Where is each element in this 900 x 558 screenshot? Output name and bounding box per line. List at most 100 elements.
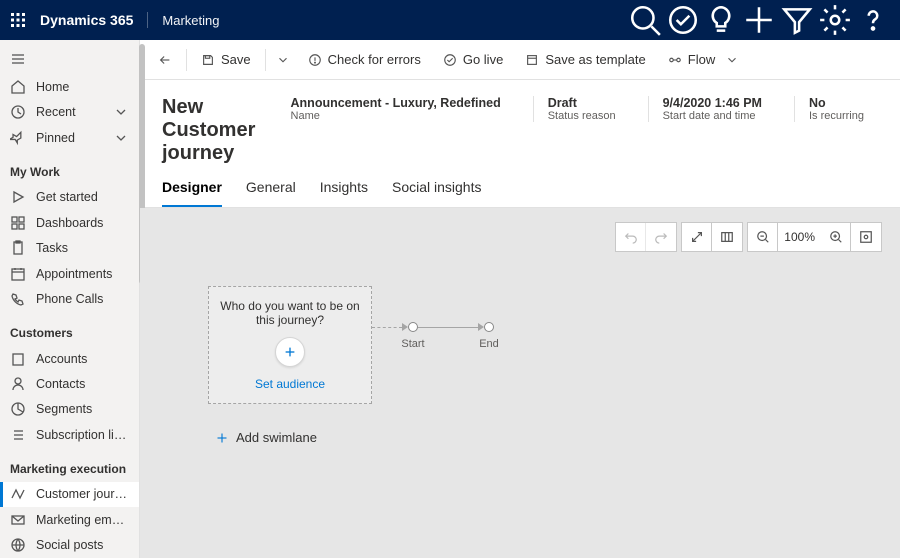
sidebar-item-label: Tasks [36,241,68,255]
end-label: End [479,338,499,350]
sidebar-item-tasks[interactable]: Tasks [0,235,139,260]
redo-button[interactable] [646,222,676,252]
zoom-level: 100% [778,230,821,244]
go-live-button[interactable]: Go live [435,40,511,80]
undo-button[interactable] [616,222,646,252]
sidebar-item-label: Phone Calls [36,292,103,306]
task-check-icon[interactable] [666,0,700,40]
search-icon[interactable] [628,0,662,40]
header-fields: Announcement - Luxury, RedefinedName Dra… [291,96,878,122]
header-field-name[interactable]: Announcement - Luxury, RedefinedName [291,96,515,122]
header-field-recurring[interactable]: NoIs recurring [794,96,878,122]
header-label: Status reason [548,110,616,122]
save-split-chevron[interactable] [272,40,294,80]
end-node[interactable]: End [484,322,494,332]
help-icon[interactable] [856,0,890,40]
sidebar-item-label: Subscription lists [36,428,129,442]
start-node[interactable]: Start [408,322,418,332]
sidebar-item-appointments[interactable]: Appointments [0,261,139,286]
sidebar-item-label: Social posts [36,538,103,552]
settings-icon[interactable] [818,0,852,40]
set-audience-link[interactable]: Set audience [255,377,325,391]
sidebar-item-phone-calls[interactable]: Phone Calls [0,286,139,311]
header-label: Is recurring [809,110,864,122]
sidebar-item-segments[interactable]: Segments [0,397,139,422]
sidebar-item-label: Accounts [36,352,87,366]
fit-button[interactable] [851,222,881,252]
tab-social-insights[interactable]: Social insights [392,179,482,207]
journey-stage: Who do you want to be on this journey? S… [208,286,882,445]
save-as-template-button[interactable]: Save as template [517,40,653,80]
start-label: Start [401,338,424,350]
command-label: Flow [688,52,715,67]
add-swimlane-button[interactable]: Add swimlane [216,430,882,445]
sidebar-item-contacts[interactable]: Contacts [0,371,139,396]
sidebar-item-label: Appointments [36,267,112,281]
sidebar-item-recent[interactable]: Recent [0,100,139,125]
sidebar-group-mywork: My Work [0,151,139,185]
page-title: New Customer journey [162,96,271,165]
tab-insights[interactable]: Insights [320,179,368,207]
content-area: Save Check for errors Go live Save as te… [140,40,900,558]
sidebar-item-home[interactable]: Home [0,74,139,99]
add-swimlane-label: Add swimlane [236,430,317,445]
tab-general[interactable]: General [246,179,296,207]
brand-label[interactable]: Dynamics 365 [40,12,148,28]
expand-button[interactable] [682,222,712,252]
chevron-down-icon [113,104,129,120]
header-label: Start date and time [663,110,762,122]
sidebar-item-pinned[interactable]: Pinned [0,125,139,150]
waffle-icon[interactable] [10,12,26,28]
list-icon [10,427,26,443]
sidebar-item-marketing-emails[interactable]: Marketing emails [0,507,139,532]
check-errors-button[interactable]: Check for errors [300,40,429,80]
tab-designer[interactable]: Designer [162,179,222,207]
mail-icon [10,512,26,528]
sidebar-item-label: Recent [36,105,76,119]
sidebar-item-label: Customer journeys [36,487,129,501]
sidebar: Home Recent Pinned My Work Get started D… [0,40,140,558]
plus-icon[interactable] [742,0,776,40]
sidebar-item-get-started[interactable]: Get started [0,185,139,210]
header-value: Draft [548,96,616,110]
sidebar-group-marketing-execution: Marketing execution [0,448,139,482]
filter-icon[interactable] [780,0,814,40]
clock-icon [10,104,26,120]
segments-icon [10,401,26,417]
zoom-in-button[interactable] [821,222,851,252]
header-field-start[interactable]: 9/4/2020 1:46 PMStart date and time [648,96,776,122]
person-icon [10,376,26,392]
audience-question: Who do you want to be on this journey? [217,299,363,327]
header-field-status[interactable]: DraftStatus reason [533,96,630,122]
sidebar-item-customer-journeys[interactable]: Customer journeys [0,482,139,507]
dashboard-icon [10,215,26,231]
header-value: No [809,96,864,110]
sidebar-item-accounts[interactable]: Accounts [0,346,139,371]
sidebar-item-social-posts[interactable]: Social posts [0,533,139,558]
header-value: 9/4/2020 1:46 PM [663,96,762,110]
area-label[interactable]: Marketing [162,13,219,28]
add-audience-button[interactable] [275,337,305,367]
building-icon [10,351,26,367]
sidebar-item-subscription-lists[interactable]: Subscription lists [0,422,139,447]
record-header: New Customer journey Announcement - Luxu… [140,80,900,165]
command-label: Save as template [545,52,645,67]
hamburger-icon[interactable] [10,51,26,67]
save-button[interactable]: Save [193,40,259,80]
designer-canvas[interactable]: 100% Who do you want to be on this journ… [140,208,900,558]
audience-placeholder[interactable]: Who do you want to be on this journey? S… [208,286,372,404]
clipboard-icon [10,240,26,256]
header-label: Name [291,110,501,122]
back-button[interactable] [150,40,180,80]
map-button[interactable] [712,222,742,252]
flow-button[interactable]: Flow [660,40,747,80]
sidebar-group-customers: Customers [0,312,139,346]
zoom-out-button[interactable] [748,222,778,252]
social-icon [10,537,26,553]
lightbulb-icon[interactable] [704,0,738,40]
command-bar: Save Check for errors Go live Save as te… [140,40,900,80]
sidebar-item-dashboards[interactable]: Dashboards [0,210,139,235]
sidebar-item-label: Get started [36,190,98,204]
flow-line: Start End [372,322,494,332]
play-icon [10,189,26,205]
